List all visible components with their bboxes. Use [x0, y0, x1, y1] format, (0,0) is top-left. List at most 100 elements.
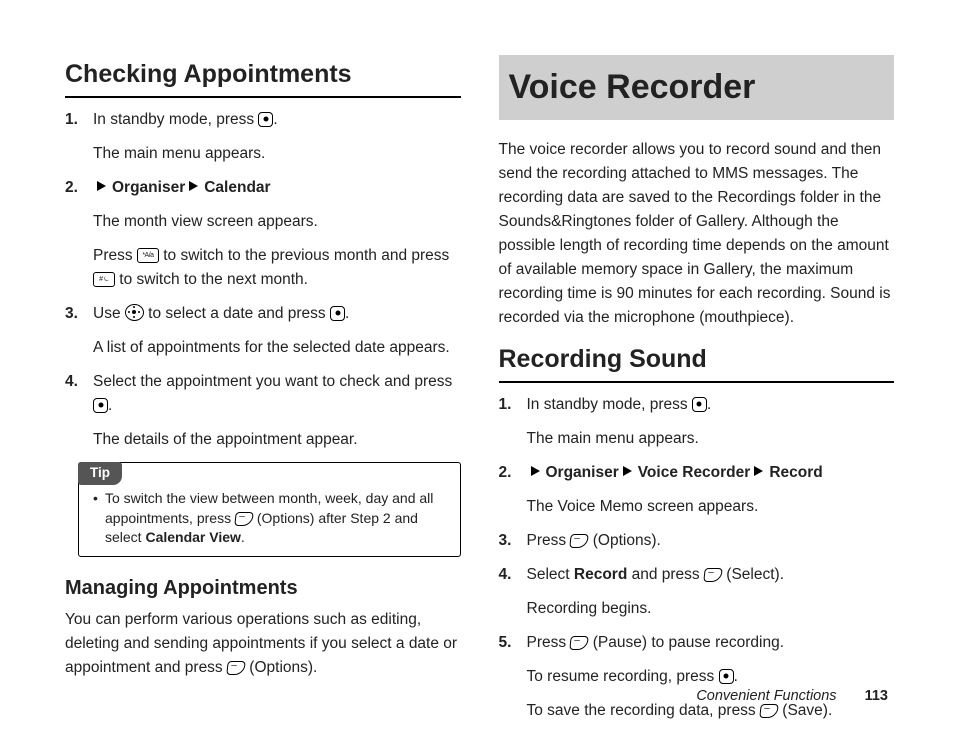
text-run: Calendar View [145, 529, 240, 545]
softkey-icon [703, 568, 722, 582]
step-number: 4. [65, 370, 78, 394]
center-key-icon [330, 306, 345, 321]
text-run: The details of the appointment appear. [93, 431, 358, 448]
steps-list-right: 1. In standby mode, press . The main menu … [499, 393, 895, 723]
text-run: The month view screen appears. [93, 213, 318, 230]
center-key-icon [93, 398, 108, 413]
step-item: 4.Select Record and press (Select).Recor… [499, 563, 895, 621]
text-run: Organiser [112, 179, 185, 196]
text-run: Record [769, 464, 822, 481]
star-key-icon [137, 248, 159, 263]
step-line: In standby mode, press . [527, 393, 895, 417]
steps-list-left: 1.In standby mode, press .The main menu … [65, 108, 461, 452]
text-run: Press [527, 532, 571, 549]
text-run: (Options). [588, 532, 660, 549]
text-run: (Options). [245, 659, 317, 676]
triangle-icon [189, 181, 198, 191]
step-item: 3. Use to select a date and press . A list… [65, 302, 461, 360]
heading-rule [65, 96, 461, 98]
step-item: 2. Organiser Voice Recorder Record The Voice… [499, 461, 895, 519]
step-number: 5. [499, 631, 512, 655]
step-line: The main menu appears. [93, 142, 461, 166]
center-key-icon [719, 669, 734, 684]
step-item: 5. Press (Pause) to pause recording. To re… [499, 631, 895, 723]
tip-body: To switch the view between month, week, … [93, 489, 450, 548]
tip-label: Tip [78, 462, 122, 485]
text-run: and press [627, 566, 704, 583]
step-item: 1.In standby mode, press .The main menu … [65, 108, 461, 166]
step-line: The Voice Memo screen appears. [527, 495, 895, 519]
triangle-icon [754, 466, 763, 476]
text-run: . [241, 529, 245, 545]
step-item: 4. Select the appointment you want to che… [65, 370, 461, 452]
step-line: Select Record and press (Select). [527, 563, 895, 587]
step-line: The details of the appointment appear. [93, 428, 461, 452]
left-column: Checking Appointments 1.In standby mode,… [65, 55, 461, 685]
step-item: 2. Organiser Calendar The month view screen… [65, 176, 461, 292]
step-number: 3. [65, 302, 78, 326]
softkey-icon [570, 534, 589, 548]
step-line: Use to select a date and press . [93, 302, 461, 326]
text-run: Organiser [546, 464, 619, 481]
step-line: Press (Pause) to pause recording. [527, 631, 895, 655]
page-footer: Convenient Functions 113 [696, 685, 888, 707]
step-item: 1. In standby mode, press . The main menu … [499, 393, 895, 451]
text-run: . [273, 111, 277, 128]
text-run: Select [527, 566, 574, 583]
text-run: A list of appointments for the selected … [93, 339, 450, 356]
softkey-icon [226, 661, 245, 675]
text-run: In standby mode, press [93, 111, 258, 128]
hash-key-icon [93, 272, 115, 287]
footer-page-number: 113 [865, 688, 888, 704]
step-line: The main menu appears. [527, 427, 895, 451]
text-run: Select the appointment you want to check… [93, 373, 452, 390]
text-run: . [108, 397, 112, 414]
text-run: to switch to the next month. [115, 271, 308, 288]
softkey-icon [234, 512, 253, 526]
step-line: Press (Options). [527, 529, 895, 553]
text-run: . [707, 396, 711, 413]
text-run: The main menu appears. [527, 430, 699, 447]
text-run: (Pause) to pause recording. [588, 634, 784, 651]
text-run: In standby mode, press [527, 396, 692, 413]
managing-body: You can perform various operations such … [65, 608, 461, 680]
text-run: The Voice Memo screen appears. [527, 498, 759, 515]
step-line: Press to switch to the previous month an… [93, 244, 461, 292]
step-number: 2. [65, 176, 78, 200]
text-run: Press [527, 634, 571, 651]
triangle-icon [531, 466, 540, 476]
text-run: Voice Recorder [638, 464, 751, 481]
triangle-icon [97, 181, 106, 191]
step-line: Organiser Calendar [93, 176, 461, 200]
step-line: A list of appointments for the selected … [93, 336, 461, 360]
text-run: The main menu appears. [93, 145, 265, 162]
text-run: Press [93, 247, 137, 264]
step-item: 3. Press (Options). [499, 529, 895, 553]
center-key-icon [258, 112, 273, 127]
step-number: 2. [499, 461, 512, 485]
heading-rule [499, 381, 895, 383]
step-number: 3. [499, 529, 512, 553]
right-column: Voice Recorder The voice recorder allows… [499, 55, 895, 685]
nav-key-icon [125, 304, 144, 321]
manual-page: Checking Appointments 1.In standby mode,… [0, 0, 954, 735]
step-number: 4. [499, 563, 512, 587]
center-key-icon [692, 397, 707, 412]
text-run: (Select). [722, 566, 784, 583]
text-run: Calendar [204, 179, 270, 196]
step-number: 1. [499, 393, 512, 417]
tip-box: Tip To switch the view between month, we… [78, 462, 461, 557]
step-line: Select the appointment you want to check… [93, 370, 461, 418]
chapter-intro: The voice recorder allows you to record … [499, 138, 895, 330]
text-run: to select a date and press [144, 305, 330, 322]
footer-section: Convenient Functions [696, 688, 836, 704]
text-run: . [345, 305, 349, 322]
text-run: To resume recording, press [527, 668, 719, 685]
softkey-icon [570, 636, 589, 650]
text-run: to switch to the previous month and pres… [159, 247, 449, 264]
text-run: . [734, 668, 738, 685]
step-line: The month view screen appears. [93, 210, 461, 234]
step-line: In standby mode, press . [93, 108, 461, 132]
chapter-title: Voice Recorder [499, 55, 895, 120]
heading-managing-appointments: Managing Appointments [65, 573, 461, 604]
